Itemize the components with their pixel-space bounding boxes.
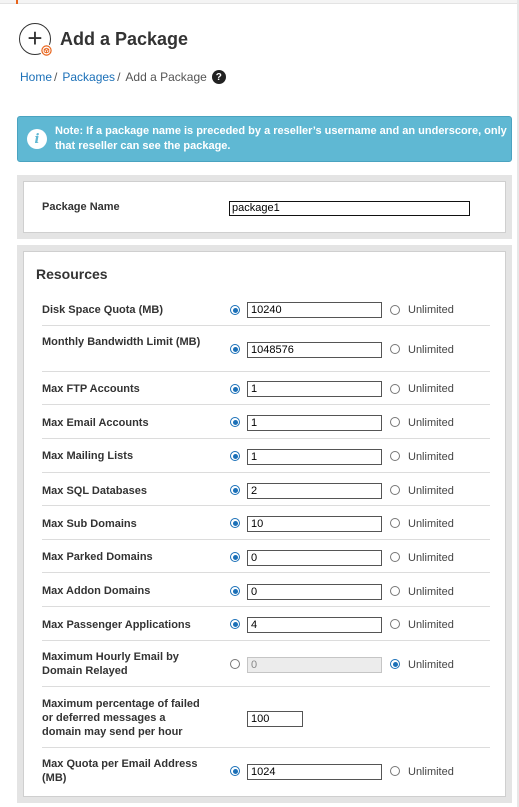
row-label: Maximum Hourly Email by Domain Relayed	[42, 651, 179, 677]
unlimited-label: Unlimited	[408, 586, 454, 598]
unlimited-radio[interactable]	[390, 451, 400, 461]
unlimited-label: Unlimited	[408, 417, 454, 429]
row-label: Max SQL Databases	[42, 485, 147, 497]
value-radio[interactable]	[230, 417, 240, 427]
unlimited-label: Unlimited	[408, 619, 454, 631]
info-icon: i	[27, 129, 47, 149]
top-bar-accent	[16, 0, 18, 4]
note-text: Note: If a package name is preceded by a…	[55, 125, 507, 152]
unlimited-label: Unlimited	[408, 552, 454, 564]
unlimited-radio[interactable]	[390, 344, 400, 354]
unlimited-radio[interactable]	[390, 485, 400, 495]
value-input[interactable]: 4	[247, 617, 382, 633]
unlimited-radio[interactable]	[390, 619, 400, 629]
breadcrumb: Home / Packages / Add a Package ?	[20, 70, 226, 84]
value-radio[interactable]	[230, 586, 240, 596]
unlimited-label: Unlimited	[408, 304, 454, 316]
resource-row-passenger-apps: Max Passenger Applications 4 Unlimited	[42, 607, 490, 641]
unlimited-radio[interactable]	[390, 305, 400, 315]
breadcrumb-separator: /	[117, 70, 121, 84]
value-input[interactable]: 1	[247, 449, 382, 465]
value-input[interactable]: 1	[247, 381, 382, 397]
row-label: Disk Space Quota (MB)	[42, 304, 164, 316]
unlimited-radio[interactable]	[390, 586, 400, 596]
value-input[interactable]: 0	[247, 584, 382, 600]
value-radio[interactable]	[230, 619, 240, 629]
unlimited-radio[interactable]	[390, 552, 400, 562]
value-radio[interactable]	[230, 485, 240, 495]
unlimited-label: Unlimited	[408, 485, 454, 497]
add-package-icon: +	[19, 23, 53, 57]
value-radio[interactable]	[230, 659, 240, 669]
unlimited-radio[interactable]	[390, 659, 400, 669]
row-label: Max Parked Domains	[42, 551, 153, 563]
row-label: Max Email Accounts	[42, 417, 149, 429]
resource-row-parked-domains: Max Parked Domains 0 Unlimited	[42, 540, 490, 573]
value-input[interactable]: 0	[247, 550, 382, 566]
value-radio[interactable]	[230, 451, 240, 461]
page-title: Add a Package	[60, 28, 189, 49]
breadcrumb-home-link[interactable]: Home	[20, 70, 52, 84]
resource-row-ftp-accounts: Max FTP Accounts 1 Unlimited	[42, 372, 490, 405]
resources-title: Resources	[36, 266, 108, 282]
row-label: Max Mailing Lists	[42, 450, 134, 462]
row-label: Max FTP Accounts	[42, 383, 140, 395]
unlimited-radio[interactable]	[390, 417, 400, 427]
value-radio[interactable]	[230, 344, 240, 354]
package-name-label: Package Name	[42, 201, 120, 213]
package-name-input[interactable]: package1	[229, 201, 470, 216]
unlimited-label: Unlimited	[408, 766, 454, 778]
value-input[interactable]: 10	[247, 516, 382, 532]
row-label: Maximum percentage of failed or deferred…	[42, 698, 200, 738]
resource-row-email-quota: Max Quota per Email Address (MB) 1024 Un…	[42, 748, 490, 794]
unlimited-radio[interactable]	[390, 766, 400, 776]
unlimited-radio[interactable]	[390, 518, 400, 528]
page-header: + Add a Package	[19, 23, 189, 57]
resource-row-addon-domains: Max Addon Domains 0 Unlimited	[42, 573, 490, 607]
resource-row-bandwidth: Monthly Bandwidth Limit (MB) 1048576 Unl…	[42, 326, 490, 372]
resource-row-sql-databases: Max SQL Databases 2 Unlimited	[42, 473, 490, 506]
value-radio[interactable]	[230, 766, 240, 776]
row-label: Max Quota per Email Address (MB)	[42, 758, 198, 784]
value-radio[interactable]	[230, 305, 240, 315]
row-label: Monthly Bandwidth Limit (MB)	[42, 336, 201, 348]
resource-row-hourly-email: Maximum Hourly Email by Domain Relayed 0…	[42, 641, 490, 687]
help-icon[interactable]: ?	[211, 70, 226, 84]
top-bar	[0, 0, 519, 4]
resource-row-email-accounts: Max Email Accounts 1 Unlimited	[42, 405, 490, 439]
unlimited-label: Unlimited	[408, 518, 454, 530]
value-radio[interactable]	[230, 552, 240, 562]
value-input[interactable]: 1	[247, 415, 382, 431]
value-input[interactable]: 0	[247, 657, 382, 673]
breadcrumb-current: Add a Package	[125, 70, 207, 84]
value-input[interactable]: 10240	[247, 302, 382, 318]
package-name-panel: Package Name package1	[17, 175, 512, 239]
value-input[interactable]: 1024	[247, 764, 382, 780]
unlimited-radio[interactable]	[390, 384, 400, 394]
value-input[interactable]: 100	[247, 711, 303, 727]
unlimited-label: Unlimited	[408, 383, 454, 395]
value-radio[interactable]	[230, 518, 240, 528]
value-radio[interactable]	[230, 384, 240, 394]
breadcrumb-packages-link[interactable]: Packages	[62, 70, 115, 84]
breadcrumb-separator: /	[54, 70, 58, 84]
unlimited-label: Unlimited	[408, 451, 454, 463]
resource-row-sub-domains: Max Sub Domains 10 Unlimited	[42, 506, 490, 540]
unlimited-label: Unlimited	[408, 659, 454, 671]
row-label: Max Passenger Applications	[42, 619, 191, 631]
resources-panel: Resources Disk Space Quota (MB) 10240 Un…	[17, 245, 512, 803]
value-input[interactable]: 2	[247, 483, 382, 499]
package-box-icon	[40, 44, 53, 57]
row-label: Max Sub Domains	[42, 518, 137, 530]
resource-row-disk-space: Disk Space Quota (MB) 10240 Unlimited	[42, 292, 490, 326]
resource-row-failed-messages: Maximum percentage of failed or deferred…	[42, 687, 490, 748]
resource-row-mailing-lists: Max Mailing Lists 1 Unlimited	[42, 439, 490, 473]
info-note: i Note: If a package name is preceded by…	[17, 116, 512, 162]
row-label: Max Addon Domains	[42, 585, 151, 597]
value-input[interactable]: 1048576	[247, 342, 382, 358]
unlimited-label: Unlimited	[408, 344, 454, 356]
